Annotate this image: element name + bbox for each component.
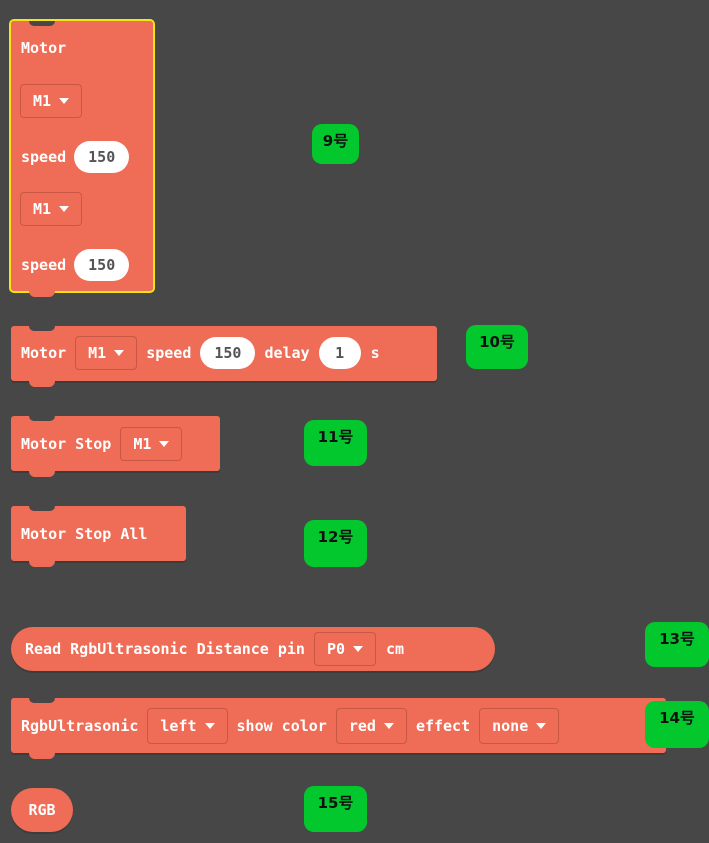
rgb-ultrasonic-label: RgbUltrasonic: [21, 717, 139, 735]
motor-label: Motor: [21, 344, 67, 362]
block-notch: [29, 326, 55, 331]
chevron-down-icon: [353, 646, 364, 652]
badge-13: 13号: [645, 622, 709, 667]
side-select[interactable]: left: [147, 708, 228, 744]
rgb-block[interactable]: RGB: [11, 788, 73, 832]
speed-input-1[interactable]: 150: [74, 141, 130, 173]
block-tab: [29, 560, 55, 567]
show-color-label: show color: [236, 717, 327, 735]
read-distance-block[interactable]: Read RgbUltrasonic Distance pin P0 cm: [11, 627, 495, 671]
badge-11: 11号: [304, 420, 367, 466]
rgb-label: RGB: [28, 801, 56, 819]
speed-label-1: speed: [21, 148, 67, 166]
motor-select-1[interactable]: M1: [20, 84, 83, 118]
motor-dual-block[interactable]: Motor M1 speed 150 M1 speed 150: [9, 19, 155, 297]
chevron-down-icon: [59, 206, 70, 212]
block-tab: [29, 290, 55, 297]
motor-stop-all-block[interactable]: Motor Stop All: [11, 506, 186, 567]
block-tab: [29, 470, 55, 477]
block-notch: [29, 698, 55, 703]
motor-stop-block[interactable]: Motor Stop M1: [11, 416, 220, 477]
motor-stop-label: Motor Stop: [21, 435, 112, 453]
badge-10: 10号: [466, 325, 528, 369]
block-notch: [29, 21, 55, 26]
chevron-down-icon: [204, 723, 215, 729]
chevron-down-icon: [59, 98, 70, 104]
badge-15: 15号: [304, 786, 367, 832]
block-tab: [29, 752, 55, 759]
speed-input[interactable]: 150: [200, 337, 256, 369]
speed-label: speed: [146, 344, 192, 362]
speed-label-2: speed: [21, 256, 67, 274]
motor-select-2[interactable]: M1: [20, 192, 83, 226]
color-select[interactable]: red: [335, 708, 407, 744]
speed-input-2[interactable]: 150: [74, 249, 130, 281]
chevron-down-icon: [536, 723, 547, 729]
block-notch: [29, 416, 55, 421]
pin-select[interactable]: P0: [313, 632, 377, 666]
chevron-down-icon: [383, 723, 394, 729]
motor-select[interactable]: M1: [120, 427, 183, 461]
chevron-down-icon: [114, 350, 125, 356]
distance-unit: cm: [386, 640, 405, 658]
motor-select[interactable]: M1: [75, 336, 138, 370]
rgb-ultrasonic-block[interactable]: RgbUltrasonic left show color red effect…: [11, 698, 666, 759]
motor-title: Motor: [21, 39, 67, 57]
delay-label: delay: [264, 344, 310, 362]
motor-delay-block[interactable]: Motor M1 speed 150 delay 1 s: [11, 326, 437, 387]
motor-stop-all-label: Motor Stop All: [21, 525, 148, 543]
block-notch: [29, 506, 55, 511]
read-distance-label: Read RgbUltrasonic Distance pin: [25, 640, 305, 658]
chevron-down-icon: [159, 441, 170, 447]
effect-label: effect: [415, 717, 471, 735]
badge-14: 14号: [645, 701, 709, 748]
badge-12: 12号: [304, 520, 367, 567]
delay-unit: s: [370, 344, 380, 362]
delay-input[interactable]: 1: [318, 337, 361, 369]
effect-select[interactable]: none: [479, 708, 560, 744]
block-tab: [29, 380, 55, 387]
badge-9: 9号: [312, 124, 359, 164]
